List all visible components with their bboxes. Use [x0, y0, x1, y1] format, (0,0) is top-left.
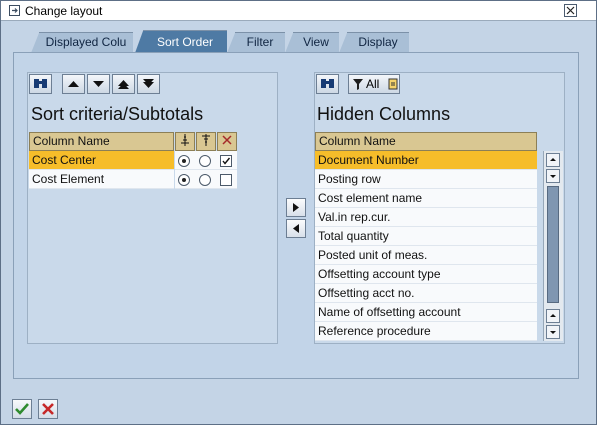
subtotal-checkbox[interactable] — [220, 155, 232, 167]
filter-all-label: All — [366, 77, 380, 91]
tab-label: View — [303, 35, 329, 49]
hidden-row-offsetting-account-type[interactable]: Offsetting account type — [315, 265, 537, 284]
hidden-row-document-number[interactable]: Document Number — [315, 151, 537, 170]
scroll-page-up-button[interactable] — [546, 309, 560, 323]
checkmark-icon — [15, 403, 29, 415]
cancel-button[interactable] — [38, 399, 58, 419]
row-label: Offsetting acct no. — [318, 286, 415, 300]
cancel-icon — [42, 403, 54, 415]
layout-change-icon — [8, 4, 21, 17]
descending-sort-icon — [202, 134, 210, 146]
ascending-radio[interactable] — [178, 174, 190, 186]
scroll-down-icon — [550, 175, 556, 178]
row-label: Total quantity — [318, 229, 389, 243]
scroll-up-button[interactable] — [546, 153, 560, 167]
tab-displayed-columns[interactable]: Displayed Colu — [31, 32, 133, 53]
scroll-page-down-button[interactable] — [546, 325, 560, 339]
hidden-row-posting-row[interactable]: Posting row — [315, 170, 537, 189]
hidden-columns-panel: All Hidden Columns Column Name Document … — [314, 72, 565, 344]
row-label: Posted unit of meas. — [318, 248, 428, 262]
tab-label: Sort Order — [156, 35, 213, 49]
scroll-thumb[interactable] — [547, 186, 559, 303]
move-up-icon — [68, 81, 79, 87]
tab-label: Displayed Colu — [45, 35, 127, 49]
row-label: Reference procedure — [318, 324, 431, 338]
hidden-row-reference-procedure[interactable]: Reference procedure — [315, 322, 537, 341]
find-icon — [34, 79, 47, 88]
move-down-button[interactable] — [87, 74, 110, 94]
move-right-icon — [293, 203, 299, 212]
ascending-sort-icon — [181, 134, 189, 146]
hidden-column-header: Column Name — [315, 132, 537, 151]
find-button[interactable] — [316, 74, 339, 94]
ascending-sort-header — [175, 132, 195, 151]
tab-display[interactable]: Display — [339, 32, 409, 53]
move-left-icon — [293, 224, 299, 233]
tab-filter[interactable]: Filter — [227, 32, 285, 53]
check-icon — [222, 157, 231, 165]
hidden-row-posted-unit[interactable]: Posted unit of meas. — [315, 246, 537, 265]
dialog-footer — [1, 395, 596, 424]
row-label: Cost element name — [318, 191, 423, 205]
tab-sort-order[interactable]: Sort Order — [135, 30, 227, 53]
scroll-page-down-icon — [550, 331, 556, 334]
subtotal-header — [217, 132, 237, 151]
sort-criteria-title: Sort criteria/Subtotals — [31, 104, 204, 124]
move-to-top-button[interactable] — [112, 74, 135, 94]
close-button[interactable] — [564, 4, 577, 17]
change-layout-dialog: Change layout Displayed Colu Sort Order … — [0, 0, 597, 425]
move-top-icon — [118, 80, 129, 89]
tab-strip: Displayed Colu Sort Order Filter View Di… — [1, 30, 596, 53]
subtotal-icon — [222, 135, 232, 145]
row-label: Posting row — [318, 172, 381, 186]
sort-column-header: Column Name — [29, 132, 174, 151]
close-icon — [566, 6, 575, 15]
clipboard-icon — [388, 78, 398, 90]
title-bar: Change layout — [1, 1, 596, 21]
find-icon — [321, 79, 334, 88]
find-button[interactable] — [29, 74, 52, 94]
scroll-up-icon — [550, 158, 556, 161]
subtotal-checkbox[interactable] — [220, 174, 232, 186]
descending-radio[interactable] — [199, 155, 211, 167]
move-up-button[interactable] — [62, 74, 85, 94]
row-label: Cost Center — [32, 153, 97, 167]
move-down-icon — [93, 81, 104, 87]
tab-label: Filter — [246, 35, 274, 49]
row-label: Offsetting account type — [318, 267, 441, 281]
sort-row-cost-center[interactable]: Cost Center — [29, 151, 174, 170]
sort-order-content: Sort criteria/Subtotals Column Name Cost… — [13, 52, 579, 379]
row-label: Document Number — [318, 153, 419, 167]
move-left-button[interactable] — [286, 219, 306, 238]
descending-radio[interactable] — [199, 174, 211, 186]
sort-criteria-panel: Sort criteria/Subtotals Column Name Cost… — [27, 72, 278, 344]
tab-view[interactable]: View — [285, 32, 339, 53]
filter-all-icon — [353, 79, 363, 90]
move-bottom-icon — [143, 79, 154, 88]
hidden-row-cost-element-name[interactable]: Cost element name — [315, 189, 537, 208]
hidden-row-offsetting-acct-no[interactable]: Offsetting acct no. — [315, 284, 537, 303]
scroll-down-button[interactable] — [546, 169, 560, 183]
row-label: Val.in rep.cur. — [318, 210, 391, 224]
row-label: Name of offsetting account — [318, 305, 461, 319]
hidden-row-offsetting-account-name[interactable]: Name of offsetting account — [315, 303, 537, 322]
ascending-radio[interactable] — [178, 155, 190, 167]
dialog-title: Change layout — [25, 4, 103, 18]
hidden-row-val-rep-cur[interactable]: Val.in rep.cur. — [315, 208, 537, 227]
sort-row-cost-element[interactable]: Cost Element — [29, 170, 174, 189]
hidden-row-total-quantity[interactable]: Total quantity — [315, 227, 537, 246]
row-label: Cost Element — [32, 172, 105, 186]
hidden-columns-title: Hidden Columns — [317, 104, 451, 124]
move-to-bottom-button[interactable] — [137, 74, 160, 94]
scroll-page-up-icon — [550, 314, 556, 317]
hidden-columns-scrollbar[interactable] — [543, 151, 563, 341]
move-right-button[interactable] — [286, 198, 306, 217]
confirm-button[interactable] — [12, 399, 32, 419]
descending-sort-header — [196, 132, 216, 151]
filter-all-button[interactable]: All — [348, 74, 400, 94]
tab-label: Display — [358, 35, 398, 49]
